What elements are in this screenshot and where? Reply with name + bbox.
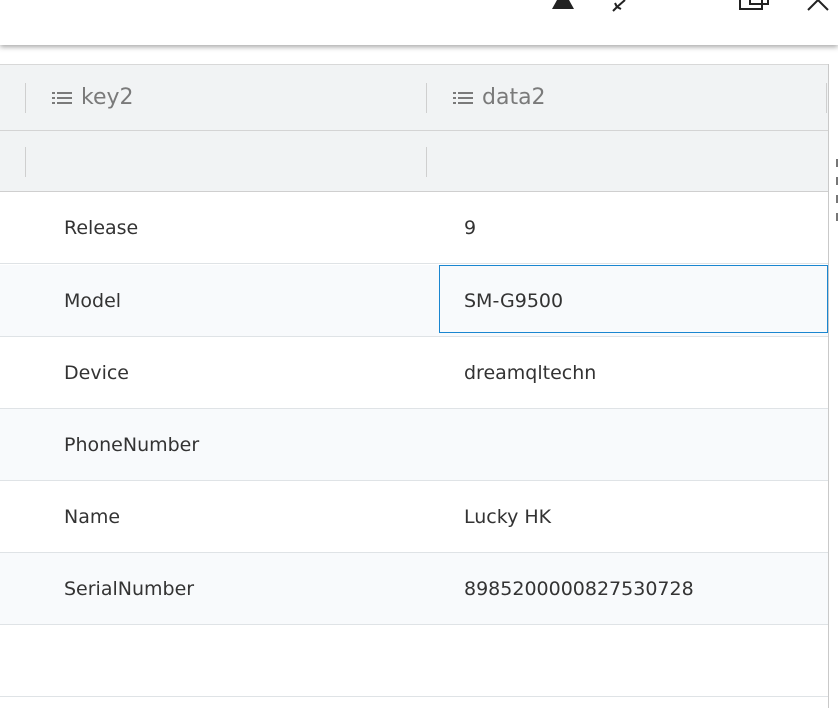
key-cell[interactable]: Name: [64, 481, 120, 552]
value-cell[interactable]: dreamqltechn: [464, 337, 596, 408]
person-icon[interactable]: [548, 0, 578, 10]
column-header-data2[interactable]: data2: [453, 65, 546, 130]
column-header-label: key2: [81, 85, 134, 110]
pen-icon[interactable]: [608, 0, 638, 12]
value-cell[interactable]: SM-G9500: [464, 265, 563, 336]
table-row[interactable]: Release 9: [0, 192, 828, 264]
column-header-key2[interactable]: key2: [52, 65, 134, 130]
key-cell[interactable]: PhoneNumber: [64, 409, 199, 480]
table-row[interactable]: Name Lucky HK: [0, 481, 828, 553]
value-cell[interactable]: Lucky HK: [464, 481, 551, 552]
list-icon: [52, 91, 72, 104]
key-cell[interactable]: Device: [64, 337, 129, 408]
table-row[interactable]: [0, 625, 828, 697]
key-cell[interactable]: Release: [64, 192, 138, 263]
column-separator[interactable]: [826, 83, 827, 113]
vertical-scrollbar[interactable]: [828, 64, 838, 708]
filter-row: [0, 131, 828, 192]
column-header-label: data2: [482, 85, 546, 110]
table-row[interactable]: Device dreamqltechn: [0, 337, 828, 409]
filter-cell-key2[interactable]: [26, 131, 426, 191]
value-cell[interactable]: 9: [464, 192, 476, 263]
filter-cell-data2[interactable]: [427, 131, 827, 191]
list-icon: [453, 91, 473, 104]
value-cell[interactable]: 8985200000827530728: [464, 553, 694, 624]
table-row[interactable]: PhoneNumber: [0, 409, 828, 481]
key-cell[interactable]: Model: [64, 265, 121, 336]
grid-header: key2 data2: [0, 65, 828, 131]
popout-icon[interactable]: [736, 0, 770, 12]
close-icon[interactable]: [802, 0, 838, 12]
table-row[interactable]: Model SM-G9500: [0, 265, 828, 337]
column-separator[interactable]: [25, 83, 26, 113]
window-toolbar: [0, 0, 838, 45]
table-row[interactable]: SerialNumber 8985200000827530728: [0, 553, 828, 625]
column-separator[interactable]: [426, 83, 427, 113]
data-grid: key2 data2 Release 9 Model SM-G9500 Devi…: [0, 64, 828, 709]
key-cell[interactable]: SerialNumber: [64, 553, 194, 624]
